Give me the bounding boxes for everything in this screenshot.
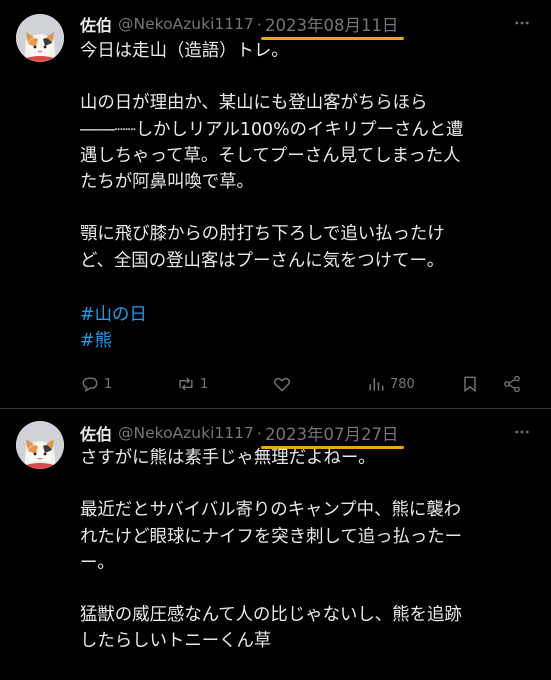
share-button[interactable]: [502, 372, 522, 396]
tweet-line: 山の日が理由か、某山にも登山客がちらほら: [80, 93, 428, 114]
tweet-line: したらしいトニーくん草: [80, 631, 272, 652]
author-name[interactable]: 佐伯: [80, 421, 112, 445]
reply-button[interactable]: 1: [80, 372, 112, 396]
more-icon[interactable]: [513, 423, 531, 441]
more-icon[interactable]: [513, 14, 531, 32]
retweet-count: 1: [200, 376, 209, 392]
tweet-line: [80, 471, 540, 497]
reply-count: 1: [104, 376, 113, 392]
bookmark-button[interactable]: [460, 372, 480, 396]
retweet-icon: [179, 377, 193, 391]
tweet-date-text: 2023年07月27日: [264, 425, 399, 444]
avatar-cat-image: [16, 421, 64, 469]
tweet-2[interactable]: 佐伯 @NekoAzuki1117 · 2023年07月27日 さすがに熊は素手…: [0, 409, 551, 680]
tweet-line: ど、全国の登山客はプーさんに気をつけてー。: [80, 250, 445, 271]
tweet-line: [80, 64, 540, 90]
tweet-header: 佐伯 @NekoAzuki1117 · 2023年08月11日: [80, 12, 405, 40]
tweet-line: [80, 576, 540, 602]
tweet-date[interactable]: 2023年07月27日: [260, 421, 405, 449]
retweet-button[interactable]: 1: [176, 372, 208, 396]
tweet-date-text: 2023年08月11日: [264, 16, 399, 35]
tweet-line: 顎に飛び膝からの肘打ち下ろしで追い払ったけ: [80, 224, 445, 245]
tweet-actions: 1 1 780: [80, 372, 540, 396]
author-handle[interactable]: @NekoAzuki1117: [118, 15, 254, 33]
avatar-cat-image: [16, 14, 64, 62]
tweet-1[interactable]: 佐伯 @NekoAzuki1117 · 2023年08月11日 今日は走山（造語…: [0, 0, 551, 408]
tweet-date[interactable]: 2023年08月11日: [260, 12, 405, 40]
view-count: 780: [390, 376, 415, 392]
bookmark-icon: [464, 376, 476, 393]
tweet-line: 最近だとサバイバル寄りのキャンプ中、熊に襲わ: [80, 500, 462, 521]
tweet-line: ー。: [80, 552, 115, 573]
tweet-text: さすがに熊は素手じゃ無理だよねー。 最近だとサバイバル寄りのキャンプ中、熊に襲わ…: [80, 445, 540, 655]
separator-dot: ·: [256, 423, 262, 443]
tweet-line: 今日は走山（造語）トレ。: [80, 41, 289, 61]
tweet-line: 遇しちゃって草。そしてプーさん見てしまった人: [80, 145, 461, 166]
tweet-line: たちが阿鼻叫喚で草。: [80, 171, 254, 192]
tweet-line: れたけど眼球にナイフを突き刺して追っ払ったー: [80, 526, 463, 547]
separator-dot: ·: [256, 14, 262, 34]
tweet-line: 猛獣の威圧感なんて人の比じゃないし、熊を追跡: [80, 605, 462, 626]
tweet-text: 今日は走山（造語）トレ。 山の日が理由か、某山にも登山客がちらほら ――┈┈しか…: [80, 38, 540, 354]
tweet-header: 佐伯 @NekoAzuki1117 · 2023年07月27日: [80, 421, 405, 449]
hashtag-link[interactable]: #山の日: [80, 305, 147, 325]
reply-icon: [82, 377, 98, 393]
avatar[interactable]: [16, 421, 64, 469]
share-icon: [504, 375, 520, 393]
tweet-line: [80, 274, 540, 300]
author-name[interactable]: 佐伯: [80, 12, 112, 36]
tweet-line: さすがに熊は素手じゃ無理だよねー。: [80, 448, 376, 468]
hashtag-link[interactable]: #熊: [80, 331, 112, 351]
tweet-line: ――┈┈しかしリアル100%のイキリプーさんと遭: [80, 119, 464, 140]
author-handle[interactable]: @NekoAzuki1117: [118, 424, 254, 442]
avatar[interactable]: [16, 14, 64, 62]
views-button[interactable]: 780: [366, 372, 415, 396]
views-icon: [369, 378, 384, 391]
tweet-line: [80, 195, 540, 221]
like-icon: [274, 377, 290, 392]
like-button[interactable]: [272, 372, 296, 396]
